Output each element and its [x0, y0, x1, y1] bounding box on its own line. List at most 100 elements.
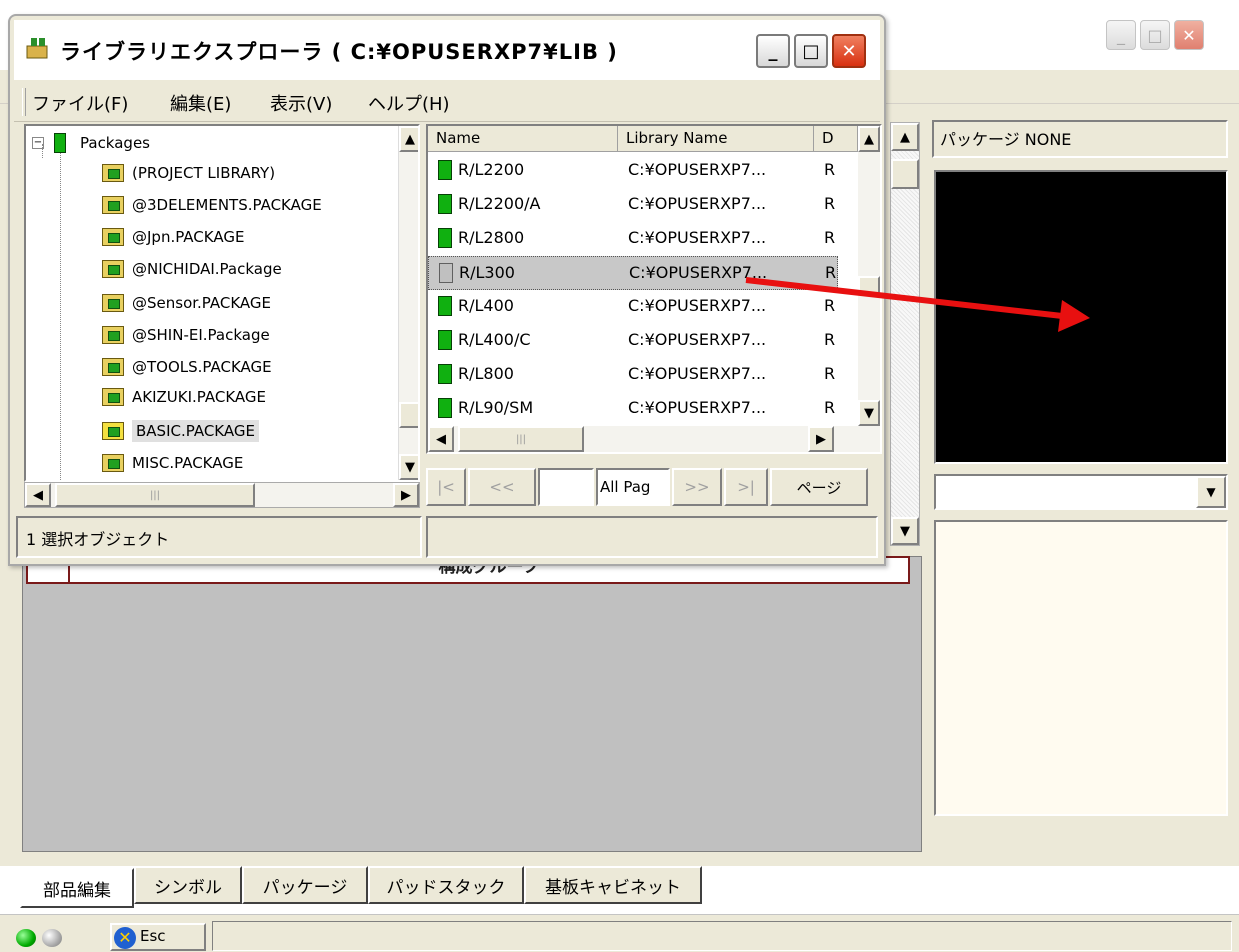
page-number-input[interactable]	[538, 468, 594, 506]
app-minimize-button[interactable]: _	[1106, 20, 1136, 50]
row-library: C:¥OPUSERXP7...	[628, 160, 767, 179]
app-status-bar: ✕ Esc	[0, 914, 1239, 952]
arrow-shaft	[745, 277, 1081, 321]
tree-item-label: @Sensor.PACKAGE	[132, 294, 272, 312]
row-name: R/L90/SM	[458, 398, 534, 417]
tree-item[interactable]: @3DELEMENTS.PACKAGE	[102, 190, 322, 220]
pager: |< << All Pag >> >| ページ	[426, 468, 882, 510]
row-name: R/L2200/A	[458, 194, 541, 213]
row-d: R	[824, 364, 836, 383]
scroll-right-button[interactable]: ▶	[393, 483, 419, 507]
part-icon	[438, 330, 452, 350]
esc-button[interactable]: ✕ Esc	[110, 923, 206, 951]
scroll-right-button[interactable]: ▶	[808, 426, 834, 452]
package-folder-icon	[102, 196, 124, 214]
scroll-up-button[interactable]: ▲	[399, 126, 418, 152]
tab-symbol[interactable]: シンボル	[134, 866, 242, 904]
row-name: R/L2800	[458, 228, 525, 247]
notes-panel[interactable]	[934, 520, 1228, 816]
tree-item[interactable]: (PROJECT LIBRARY)	[102, 158, 275, 188]
row-library: C:¥OPUSERXP7...	[628, 228, 767, 247]
scroll-thumb[interactable]: |||	[55, 483, 255, 507]
tree-horizontal-scrollbar[interactable]: ◀ ||| ▶	[24, 482, 420, 508]
library-titlebar[interactable]: ライブラリエクスプローラ ( C:¥OPUSERXP7¥LIB ) _ □ ✕	[14, 20, 880, 80]
toolbar-grip	[22, 88, 26, 116]
tree-item-label: AKIZUKI.PACKAGE	[132, 388, 267, 406]
red-arrow-annotation	[745, 277, 1090, 332]
all-pages-select[interactable]: All Pag	[596, 468, 670, 506]
tab-padstack[interactable]: パッドスタック	[368, 866, 524, 904]
last-page-button[interactable]: >|	[724, 468, 768, 506]
scroll-up-button[interactable]: ▲	[891, 123, 919, 151]
lib-close-button[interactable]: ✕	[832, 34, 866, 68]
tree-item-label: @3DELEMENTS.PACKAGE	[132, 196, 322, 214]
scroll-down-button[interactable]: ▼	[399, 454, 418, 480]
tree-item-label: MISC.PACKAGE	[132, 454, 244, 472]
tab-part-edit[interactable]: 部品編集	[20, 868, 134, 908]
list-row[interactable]: R/L2200 C:¥OPUSERXP7... R	[428, 154, 838, 188]
tree-item[interactable]: @NICHIDAI.Package	[102, 254, 282, 284]
menu-edit[interactable]: 編集(E)	[170, 90, 231, 116]
bottom-tabs: 部品編集 シンボル パッケージ パッドスタック 基板キャビネット	[20, 866, 720, 908]
tree-item[interactable]: @Jpn.PACKAGE	[102, 222, 244, 252]
tree-item[interactable]: MISC.PACKAGE	[102, 448, 243, 478]
app-maximize-button[interactable]: □	[1140, 20, 1170, 50]
scroll-down-button[interactable]: ▼	[858, 400, 880, 426]
scroll-thumb[interactable]: |||	[458, 426, 584, 452]
row-d: R	[824, 228, 836, 247]
scroll-up-button[interactable]: ▲	[858, 126, 880, 152]
scroll-thumb[interactable]	[891, 159, 919, 189]
app-close-button[interactable]: ✕	[1174, 20, 1204, 50]
collapse-icon[interactable]: −	[32, 137, 44, 149]
scroll-left-button[interactable]: ◀	[428, 426, 454, 452]
tree-vertical-scrollbar[interactable]: ▲ ▼	[398, 126, 418, 480]
tab-package[interactable]: パッケージ	[242, 866, 368, 904]
package-tree[interactable]: − Packages (PROJECT LIBRARY) @3DELEMENTS…	[24, 124, 420, 482]
tree-item-label: @SHIN-EI.Package	[132, 326, 270, 344]
scroll-left-button[interactable]: ◀	[25, 483, 51, 507]
tree-item-label: BASIC.PACKAGE	[132, 420, 259, 442]
cancel-icon: ✕	[114, 927, 136, 949]
part-icon	[438, 296, 452, 316]
chevron-down-icon[interactable]: ▼	[1196, 476, 1226, 508]
col-header-d[interactable]: D	[814, 126, 858, 152]
col-header-name[interactable]: Name	[428, 126, 618, 152]
library-window-title: ライブラリエクスプローラ ( C:¥OPUSERXP7¥LIB )	[60, 40, 618, 64]
group-grid-area[interactable]	[22, 556, 922, 852]
tree-item[interactable]: @TOOLS.PACKAGE	[102, 352, 272, 382]
tree-item[interactable]: @Sensor.PACKAGE	[102, 288, 271, 318]
menu-file[interactable]: ファイル(F)	[32, 90, 128, 116]
prev-page-button[interactable]: <<	[468, 468, 536, 506]
list-row[interactable]: R/L90/SM C:¥OPUSERXP7... R	[428, 392, 838, 426]
list-row[interactable]: R/L800 C:¥OPUSERXP7... R	[428, 358, 838, 392]
tree-item[interactable]: @SHIN-EI.Package	[102, 320, 270, 350]
package-folder-icon	[102, 164, 124, 182]
package-combo[interactable]: ▼	[934, 474, 1228, 510]
tree-root-row[interactable]: − Packages	[32, 128, 150, 158]
row-name: R/L300	[459, 263, 515, 282]
lib-minimize-button[interactable]: _	[756, 34, 790, 68]
list-horizontal-scrollbar[interactable]: ◀ ||| ▶	[428, 426, 880, 452]
list-row[interactable]: R/L2800 C:¥OPUSERXP7... R	[428, 222, 838, 256]
scroll-thumb[interactable]	[399, 402, 418, 428]
arrow-head	[1058, 300, 1090, 332]
menu-help[interactable]: ヘルプ(H)	[368, 90, 450, 116]
next-page-button[interactable]: >>	[672, 468, 722, 506]
col-header-library[interactable]: Library Name	[618, 126, 814, 152]
page-button[interactable]: ページ	[770, 468, 868, 506]
selection-status: 1 選択オブジェクト	[16, 516, 422, 558]
menu-view[interactable]: 表示(V)	[270, 90, 332, 116]
tab-board-cabinet[interactable]: 基板キャビネット	[524, 866, 702, 904]
row-d: R	[824, 398, 836, 417]
scroll-down-button[interactable]: ▼	[891, 517, 919, 545]
first-page-button[interactable]: |<	[426, 468, 466, 506]
part-icon	[438, 398, 452, 418]
green-led-icon	[16, 929, 36, 947]
tree-connector	[60, 152, 61, 480]
lib-maximize-button[interactable]: □	[794, 34, 828, 68]
gray-led-icon	[42, 929, 62, 947]
list-row[interactable]: R/L2200/A C:¥OPUSERXP7... R	[428, 188, 838, 222]
tree-item-selected[interactable]: BASIC.PACKAGE	[102, 416, 259, 446]
package-folder-icon	[102, 358, 124, 376]
tree-item[interactable]: AKIZUKI.PACKAGE	[102, 382, 266, 412]
